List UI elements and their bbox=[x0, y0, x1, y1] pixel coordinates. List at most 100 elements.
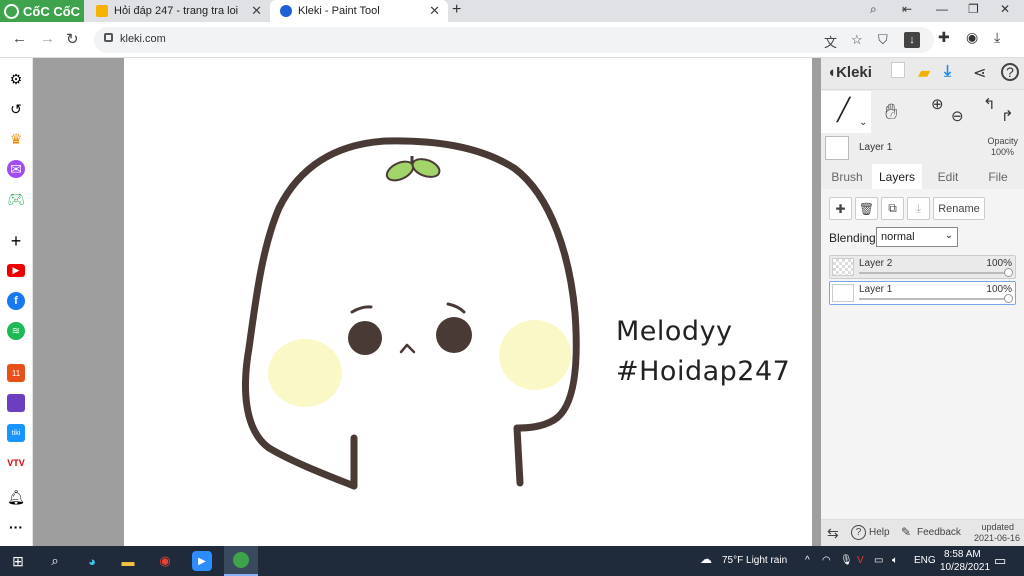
close-tab-icon[interactable]: ✕ bbox=[251, 3, 262, 19]
blending-value: normal bbox=[881, 231, 915, 243]
reload-icon[interactable]: ↻ bbox=[66, 30, 79, 48]
brush-tool-button[interactable]: ╱ ⌄ bbox=[821, 91, 871, 133]
shopee-icon[interactable]: 11 bbox=[7, 364, 25, 382]
coccoc-taskbar-icon[interactable] bbox=[224, 546, 258, 576]
url-field[interactable]: kleki.com 文 ☆ ⛉ ↓ bbox=[94, 27, 934, 53]
extensions-icon[interactable]: ✚ bbox=[938, 29, 950, 46]
undo-icon[interactable]: ↰ bbox=[983, 95, 996, 113]
notifications-icon[interactable]: ▭ bbox=[994, 553, 1006, 569]
chevron-down-icon[interactable]: ⌄ bbox=[859, 117, 867, 128]
forward-icon[interactable]: → bbox=[40, 30, 55, 47]
add-shortcut-icon[interactable]: + bbox=[7, 231, 25, 251]
slider-handle[interactable] bbox=[1004, 268, 1013, 277]
profile-icon[interactable]: ◉ bbox=[966, 29, 978, 46]
volume-icon[interactable]: 🔈︎ bbox=[892, 555, 898, 566]
bookmark-star-icon[interactable]: ☆ bbox=[851, 32, 863, 48]
character-outline bbox=[242, 137, 580, 490]
opacity-label: Opacity bbox=[987, 136, 1018, 146]
open-folder-icon[interactable]: ▰ bbox=[918, 63, 930, 83]
rename-button[interactable]: Rename bbox=[933, 197, 985, 220]
new-tab-button[interactable]: + bbox=[452, 1, 461, 19]
tool-row: ╱ ⌄ ✋︎ ⊕ ⊖ ↰ ↱ bbox=[821, 91, 1024, 133]
delete-layer-button[interactable]: 🗑︎ bbox=[855, 197, 878, 220]
tab-edit[interactable]: Edit bbox=[923, 164, 973, 189]
tab-kleki[interactable]: Kleki - Paint Tool ✕ bbox=[270, 0, 448, 22]
notification-bell-icon[interactable]: 🔔︎ bbox=[7, 488, 25, 506]
layer-item[interactable]: Layer 2 100% bbox=[829, 255, 1016, 279]
chrome-icon[interactable]: ◉ bbox=[155, 551, 175, 571]
close-window-icon[interactable]: ✕ bbox=[1000, 2, 1010, 16]
more-icon[interactable]: ··· bbox=[7, 518, 25, 536]
restore-icon[interactable]: ❐ bbox=[968, 2, 979, 16]
redo-icon[interactable]: ↱ bbox=[1001, 107, 1014, 125]
shield-icon[interactable]: ⛉ bbox=[878, 32, 888, 48]
download-video-icon[interactable]: ↓ bbox=[904, 32, 920, 48]
game-app-icon[interactable] bbox=[7, 394, 25, 412]
language-indicator[interactable]: ENG bbox=[914, 555, 936, 566]
help-circle-icon[interactable]: ? bbox=[851, 525, 866, 540]
layers-panel: ✚ 🗑︎ ⧉ ⤓ Rename Blending normal ⌄ Layer … bbox=[821, 189, 1024, 519]
tab-hoidap247[interactable]: Hỏi đáp 247 - trang tra loi ✕ bbox=[86, 0, 270, 22]
tiki-icon[interactable]: tiki bbox=[7, 424, 25, 442]
downloads-icon[interactable]: ⤓ bbox=[994, 29, 1000, 46]
vivaldi-tray-icon[interactable]: V bbox=[857, 555, 864, 566]
vtv-icon[interactable]: VTV bbox=[7, 454, 25, 472]
file-explorer-icon[interactable]: ▬ bbox=[118, 551, 138, 571]
show-hidden-icons-icon[interactable]: ^ bbox=[805, 555, 810, 566]
feedback-link[interactable]: Feedback bbox=[917, 527, 961, 538]
reading-mode-icon[interactable]: ⇤ bbox=[902, 2, 912, 16]
canvas-text-melodyy: Melodyy bbox=[616, 316, 733, 347]
game-icon[interactable]: 🎮︎ bbox=[7, 190, 25, 208]
trash-icon: 🗑︎ bbox=[858, 201, 875, 216]
crown-icon[interactable]: ♛ bbox=[7, 130, 25, 148]
hand-tool-icon[interactable]: ✋︎ bbox=[885, 99, 898, 125]
minimize-icon[interactable]: — bbox=[936, 2, 948, 16]
tab-file[interactable]: File bbox=[973, 164, 1023, 189]
browser-logo[interactable]: CốC CốC bbox=[0, 0, 84, 22]
blending-select[interactable]: normal ⌄ bbox=[876, 227, 958, 247]
search-tabs-icon[interactable]: ⌕ bbox=[870, 2, 877, 17]
history-icon[interactable]: ↺ bbox=[7, 100, 25, 118]
layer-opacity-slider[interactable] bbox=[859, 272, 1007, 274]
layer-preview-thumbnail bbox=[825, 136, 849, 160]
close-tab-icon[interactable]: ✕ bbox=[429, 3, 440, 19]
messenger-icon[interactable]: ✉ bbox=[7, 160, 25, 178]
slider-handle[interactable] bbox=[1004, 294, 1013, 303]
tab-layers[interactable]: Layers bbox=[872, 164, 922, 189]
save-download-icon[interactable]: ⤓ bbox=[944, 63, 951, 81]
tab-brush[interactable]: Brush bbox=[822, 164, 872, 189]
duplicate-layer-button[interactable]: ⧉ bbox=[881, 197, 904, 220]
help-link[interactable]: Help bbox=[869, 527, 890, 538]
merge-down-button[interactable]: ⤓ bbox=[907, 197, 930, 220]
swap-side-icon[interactable]: ⇆ bbox=[827, 525, 839, 542]
back-icon[interactable]: ← bbox=[12, 30, 27, 47]
clock-date[interactable]: 10/28/2021 bbox=[940, 562, 990, 573]
kleki-favicon-icon bbox=[280, 5, 292, 17]
microphone-icon[interactable]: 🎙︎ bbox=[840, 555, 853, 566]
spotify-icon[interactable]: ≋ bbox=[7, 322, 25, 340]
new-image-icon[interactable] bbox=[891, 62, 905, 78]
zoom-in-icon[interactable]: ⊕ bbox=[931, 95, 944, 113]
zoom-app-icon[interactable]: ▶ bbox=[192, 551, 212, 571]
facebook-icon[interactable]: f bbox=[7, 292, 25, 310]
windows-start-icon[interactable]: ⊞ bbox=[8, 551, 28, 571]
drawing-canvas[interactable]: Melodyy #Hoidap247 bbox=[124, 58, 812, 546]
zoom-out-icon[interactable]: ⊖ bbox=[951, 107, 964, 125]
workspace-background bbox=[33, 58, 124, 546]
youtube-icon[interactable]: ▶ bbox=[7, 264, 25, 277]
add-layer-button[interactable]: ✚ bbox=[829, 197, 852, 220]
layer-item[interactable]: Layer 1 100% bbox=[829, 281, 1016, 305]
share-icon[interactable]: ⋖ bbox=[973, 63, 986, 83]
layer-opacity-slider[interactable] bbox=[859, 298, 1007, 300]
weather-text[interactable]: 75°F Light rain bbox=[722, 555, 787, 566]
help-icon[interactable]: ? bbox=[1001, 63, 1019, 81]
settings-gear-icon[interactable]: ⚙ bbox=[7, 70, 25, 88]
wifi-icon[interactable]: ◠ bbox=[822, 555, 831, 566]
coccoc-icon bbox=[4, 3, 19, 19]
search-icon[interactable]: ⌕ bbox=[45, 551, 65, 571]
edge-icon[interactable]: ◕ bbox=[82, 551, 102, 571]
translate-icon[interactable]: 文 bbox=[824, 32, 837, 51]
battery-icon[interactable]: ▭ bbox=[874, 555, 883, 566]
kleki-logo[interactable]: ◖Kleki bbox=[827, 64, 872, 81]
clock-time[interactable]: 8:58 AM bbox=[944, 549, 981, 560]
